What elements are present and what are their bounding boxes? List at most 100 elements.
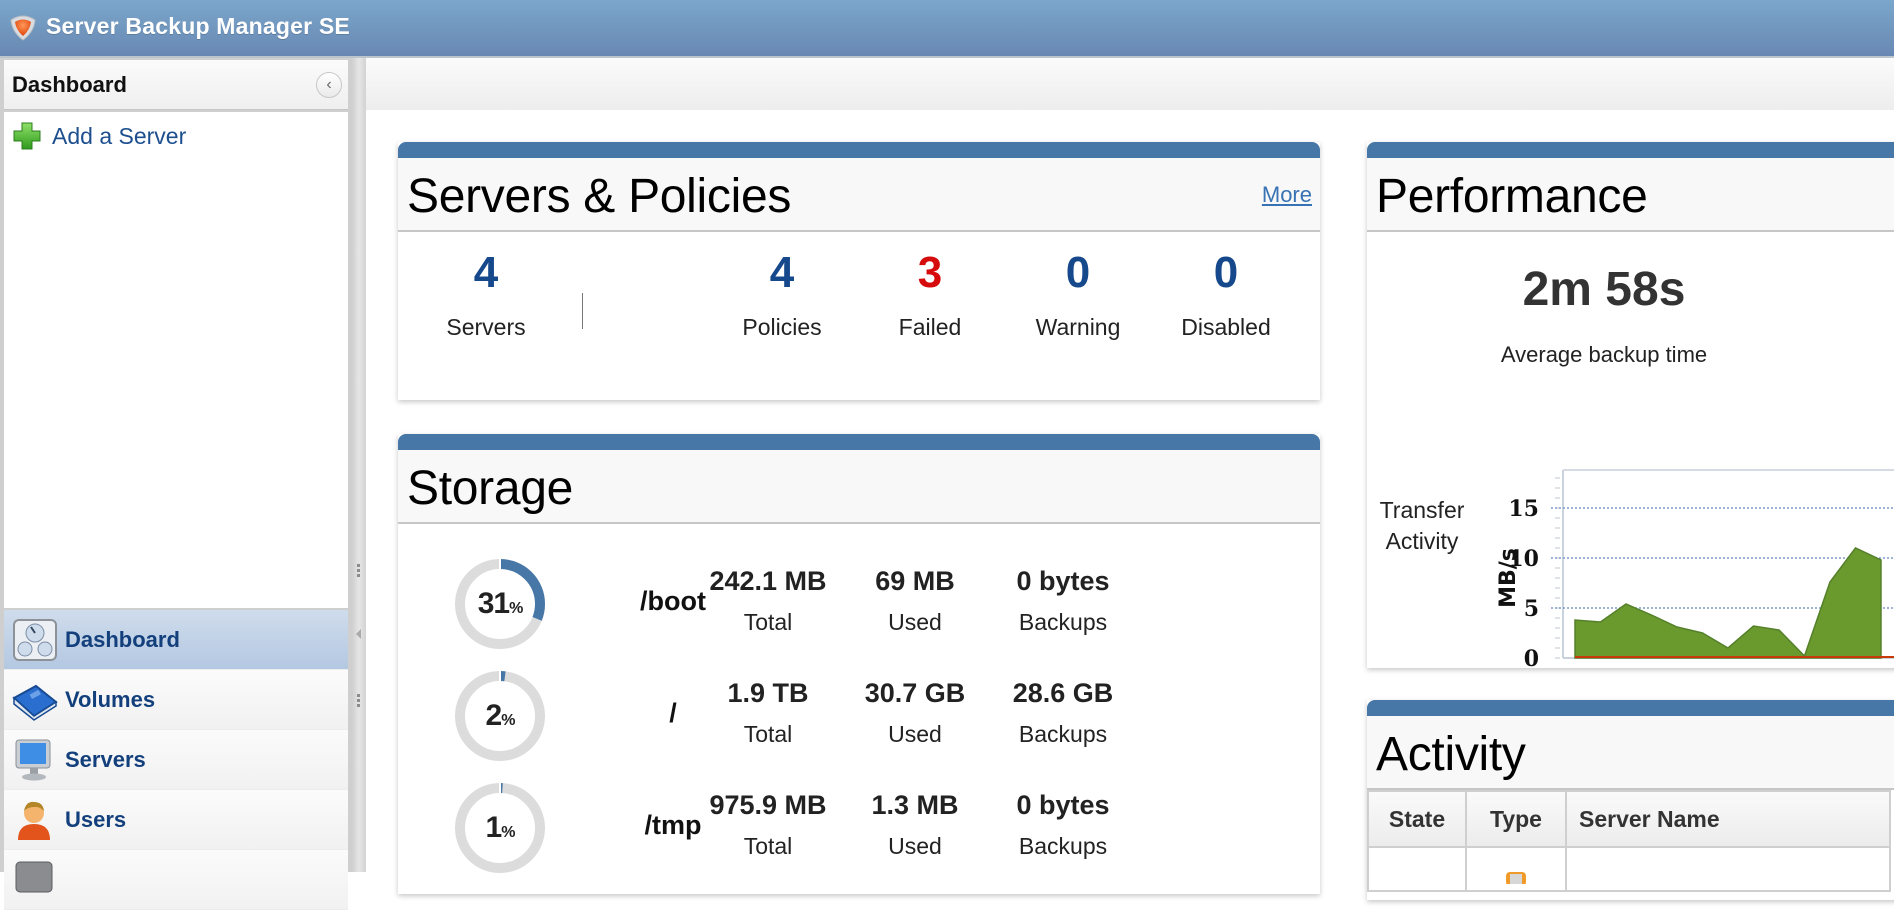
backups-value: 28.6 GB (978, 678, 1148, 709)
more-link[interactable]: More (1262, 182, 1312, 208)
storage-used: 30.7 GB Used (830, 678, 1000, 748)
y-tick-label: 15 (1508, 496, 1539, 522)
storage-used: 1.3 MB Used (830, 790, 1000, 860)
stat-failed[interactable]: 3 Failed (860, 248, 1000, 341)
splitter-grip (357, 564, 360, 579)
monitor-icon (12, 738, 58, 782)
stat-value: 0 (1008, 248, 1148, 298)
shield-logo-icon (8, 14, 38, 42)
usage-percent: 1% (452, 780, 548, 876)
dashboard-gauges-icon (12, 618, 58, 662)
panel-header: Servers & Policies More (398, 158, 1320, 232)
servers-policies-panel: Servers & Policies More 4 Servers 4 Poli… (398, 142, 1320, 400)
stat-label: Disabled (1156, 314, 1296, 341)
panel-header: Storage (398, 450, 1320, 524)
series-area-backup (1575, 548, 1881, 658)
nav-item-servers[interactable]: Servers (4, 730, 348, 790)
total-label: Total (683, 609, 853, 636)
used-label: Used (830, 833, 1000, 860)
stat-servers[interactable]: 4 Servers (416, 248, 556, 341)
y-tick-label: 0 (1524, 646, 1539, 668)
activity-panel: Activity State Type Server Name (1367, 700, 1894, 900)
panel-header-bar (1367, 700, 1894, 716)
y-axis-label: MB/s (1496, 548, 1521, 608)
sidebar-splitter[interactable] (352, 58, 366, 872)
cell-state (1368, 847, 1466, 891)
stat-value: 4 (416, 248, 556, 298)
blue-book-icon (12, 678, 58, 722)
cell-type (1466, 847, 1566, 891)
usage-donut: 1% (452, 780, 548, 876)
stat-label: Warning (1008, 314, 1148, 341)
tree-item-add-server[interactable]: Add a Server (12, 120, 186, 152)
app-title: Server Backup Manager SE (46, 13, 350, 40)
splitter-grip (357, 694, 360, 709)
sidebar-title: Dashboard (12, 72, 127, 98)
storage-total: 1.9 TB Total (683, 678, 853, 748)
used-value: 69 MB (830, 566, 1000, 597)
column-header-type[interactable]: Type (1466, 791, 1566, 847)
table-header-row: State Type Server Name (1368, 791, 1890, 847)
used-value: 30.7 GB (830, 678, 1000, 709)
sidebar-tree: Add a Server (4, 112, 348, 608)
storage-total: 975.9 MB Total (683, 790, 853, 860)
storage-row: 31%/boot242.1 MBTotal69 MBUsed0 bytesBac… (398, 556, 1320, 668)
collapse-sidebar-button[interactable]: ‹ (316, 72, 342, 98)
nav-label: Volumes (65, 687, 155, 713)
used-label: Used (830, 721, 1000, 748)
panel-header: Activity (1367, 716, 1894, 790)
storage-total: 242.1 MB Total (683, 566, 853, 636)
nav-item-volumes[interactable]: Volumes (4, 670, 348, 730)
stat-value: 4 (712, 248, 852, 298)
used-label: Used (830, 609, 1000, 636)
storage-row: 2%/1.9 TBTotal30.7 GBUsed28.6 GBBackups (398, 668, 1320, 780)
backups-label: Backups (978, 833, 1148, 860)
app-titlebar: Server Backup Manager SE (0, 0, 1894, 58)
cell-server-name (1566, 847, 1890, 891)
nav-item-dashboard[interactable]: Dashboard (4, 610, 348, 670)
total-label: Total (683, 833, 853, 860)
add-server-link[interactable]: Add a Server (52, 123, 186, 150)
stat-divider (582, 293, 583, 329)
green-plus-icon (12, 121, 42, 151)
total-label: Total (683, 721, 853, 748)
nav-label: Dashboard (65, 627, 180, 653)
panel-title: Storage (407, 461, 573, 516)
main-toolbar (366, 58, 1894, 110)
used-value: 1.3 MB (830, 790, 1000, 821)
stat-value: 3 (860, 248, 1000, 298)
backups-value: 0 bytes (978, 790, 1148, 821)
nav-item-truncated[interactable] (4, 850, 348, 910)
usage-donut: 2% (452, 668, 548, 764)
collapse-arrow-icon[interactable] (356, 629, 361, 639)
usage-donut: 31% (452, 556, 548, 652)
stat-label: Policies (712, 314, 852, 341)
stat-label: Failed (860, 314, 1000, 341)
y-tick-label: 5 (1524, 596, 1539, 622)
total-value: 242.1 MB (683, 566, 853, 597)
stat-disabled[interactable]: 0 Disabled (1156, 248, 1296, 341)
sidebar-header: Dashboard ‹ (4, 60, 348, 110)
chevron-left-icon: ‹ (326, 76, 331, 93)
stat-label: Servers (416, 314, 556, 341)
usage-percent: 31% (452, 556, 548, 652)
storage-used: 69 MB Used (830, 566, 1000, 636)
stat-warning[interactable]: 0 Warning (1008, 248, 1148, 341)
panel-header-bar (398, 142, 1320, 158)
main-content: Servers & Policies More 4 Servers 4 Poli… (366, 58, 1894, 872)
nav-label: Servers (65, 747, 146, 773)
panel-title: Servers & Policies (407, 169, 791, 224)
stat-policies[interactable]: 4 Policies (712, 248, 852, 341)
column-header-state[interactable]: State (1368, 791, 1466, 847)
performance-panel: Performance 2m 58s Average backup time T… (1367, 142, 1894, 668)
total-value: 1.9 TB (683, 678, 853, 709)
activity-table: State Type Server Name (1367, 790, 1891, 892)
table-row[interactable] (1368, 847, 1890, 891)
nav-item-users[interactable]: Users (4, 790, 348, 850)
user-icon (12, 798, 58, 842)
storage-backups: 0 bytesBackups (978, 566, 1148, 636)
sidebar: Dashboard ‹ Add a Server Dashboard (0, 58, 352, 872)
total-value: 975.9 MB (683, 790, 853, 821)
column-header-server-name[interactable]: Server Name (1566, 791, 1890, 847)
backups-label: Backups (978, 721, 1148, 748)
